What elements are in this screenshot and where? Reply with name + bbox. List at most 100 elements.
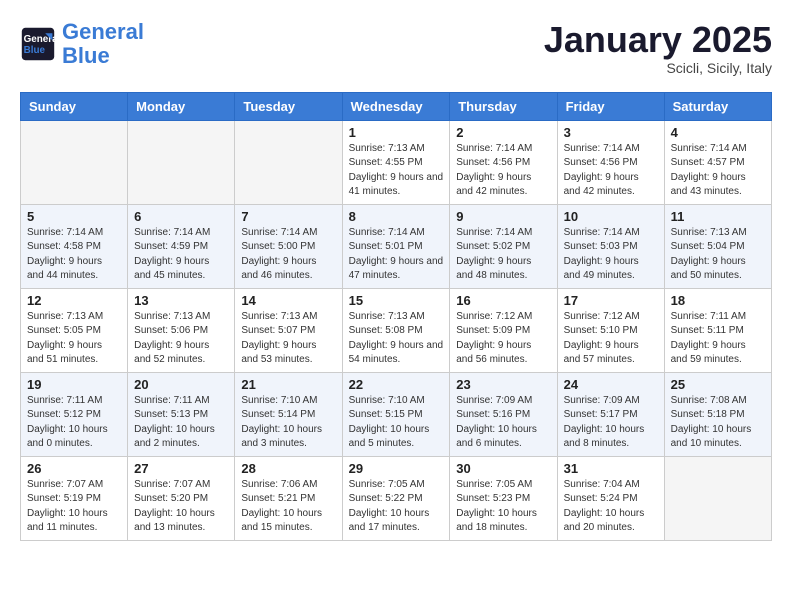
day-number: 9 bbox=[456, 209, 550, 224]
weekday-header-thursday: Thursday bbox=[450, 92, 557, 120]
day-info: Sunrise: 7:08 AM Sunset: 5:18 PM Dayligh… bbox=[671, 394, 765, 452]
day-number: 29 bbox=[349, 461, 444, 476]
day-number: 3 bbox=[564, 125, 658, 140]
day-info: Sunrise: 7:07 AM Sunset: 5:20 PM Dayligh… bbox=[134, 478, 228, 536]
logo-text: General Blue bbox=[62, 20, 144, 68]
day-info: Sunrise: 7:14 AM Sunset: 5:03 PM Dayligh… bbox=[564, 226, 658, 284]
weekday-header-monday: Monday bbox=[128, 92, 235, 120]
day-number: 10 bbox=[564, 209, 658, 224]
calendar-cell: 24Sunrise: 7:09 AM Sunset: 5:17 PM Dayli… bbox=[557, 372, 664, 456]
day-number: 28 bbox=[241, 461, 335, 476]
calendar-cell: 18Sunrise: 7:11 AM Sunset: 5:11 PM Dayli… bbox=[664, 288, 771, 372]
calendar-cell: 25 Sunrise: 7:08 AM Sunset: 5:18 PM Dayli… bbox=[664, 372, 771, 456]
calendar-cell: 21 Sunrise: 7:10 AM Sunset: 5:14 PM Dayli… bbox=[235, 372, 342, 456]
day-info: Sunrise: 7:14 AM Sunset: 4:57 PM Dayligh… bbox=[671, 142, 765, 200]
calendar-cell: 12 Sunrise: 7:13 AM Sunset: 5:05 PM Dayli… bbox=[21, 288, 128, 372]
day-info: Sunrise: 7:14 AM Sunset: 5:01 PM Dayligh… bbox=[349, 226, 444, 284]
day-info: Sunrise: 7:07 AM Sunset: 5:19 PM Dayligh… bbox=[27, 478, 121, 536]
day-info: Sunrise: 7:04 AM Sunset: 5:24 PM Dayligh… bbox=[564, 478, 658, 536]
day-number: 12 bbox=[27, 293, 121, 308]
weekday-header-row: SundayMondayTuesdayWednesdayThursdayFrid… bbox=[21, 92, 772, 120]
day-number: 15 bbox=[349, 293, 444, 308]
day-info: Sunrise: 7:10 AM Sunset: 5:14 PM Dayligh… bbox=[241, 394, 335, 452]
month-title: January 2025 bbox=[544, 20, 772, 60]
calendar-cell: 19 Sunrise: 7:11 AM Sunset: 5:12 PM Dayli… bbox=[21, 372, 128, 456]
day-info: Sunrise: 7:14 AM Sunset: 5:00 PM Dayligh… bbox=[241, 226, 335, 284]
week-row-4: 19 Sunrise: 7:11 AM Sunset: 5:12 PM Dayli… bbox=[21, 372, 772, 456]
calendar-cell: 30Sunrise: 7:05 AM Sunset: 5:23 PM Dayli… bbox=[450, 456, 557, 540]
day-number: 30 bbox=[456, 461, 550, 476]
calendar-cell: 23 Sunrise: 7:09 AM Sunset: 5:16 PM Dayli… bbox=[450, 372, 557, 456]
day-number: 23 bbox=[456, 377, 550, 392]
day-number: 5 bbox=[27, 209, 121, 224]
day-number: 14 bbox=[241, 293, 335, 308]
day-number: 22 bbox=[349, 377, 444, 392]
weekday-header-friday: Friday bbox=[557, 92, 664, 120]
day-info: Sunrise: 7:14 AM Sunset: 4:56 PM Dayligh… bbox=[564, 142, 658, 200]
day-info: Sunrise: 7:13 AM Sunset: 5:06 PM Dayligh… bbox=[134, 310, 228, 368]
day-info: Sunrise: 7:06 AM Sunset: 5:21 PM Dayligh… bbox=[241, 478, 335, 536]
day-info: Sunrise: 7:14 AM Sunset: 5:02 PM Dayligh… bbox=[456, 226, 550, 284]
calendar-cell: 3 Sunrise: 7:14 AM Sunset: 4:56 PM Daylig… bbox=[557, 120, 664, 204]
day-info: Sunrise: 7:13 AM Sunset: 5:07 PM Dayligh… bbox=[241, 310, 335, 368]
day-info: Sunrise: 7:12 AM Sunset: 5:09 PM Dayligh… bbox=[456, 310, 550, 368]
page-header: General Blue General Blue January 2025 S… bbox=[20, 20, 772, 76]
day-info: Sunrise: 7:11 AM Sunset: 5:12 PM Dayligh… bbox=[27, 394, 121, 452]
calendar-cell: 27 Sunrise: 7:07 AM Sunset: 5:20 PM Dayli… bbox=[128, 456, 235, 540]
day-info: Sunrise: 7:09 AM Sunset: 5:16 PM Dayligh… bbox=[456, 394, 550, 452]
calendar-cell: 10 Sunrise: 7:14 AM Sunset: 5:03 PM Dayli… bbox=[557, 204, 664, 288]
day-number: 4 bbox=[671, 125, 765, 140]
title-block: January 2025 Scicli, Sicily, Italy bbox=[544, 20, 772, 76]
day-number: 11 bbox=[671, 209, 765, 224]
calendar-cell bbox=[21, 120, 128, 204]
day-info: Sunrise: 7:13 AM Sunset: 5:08 PM Dayligh… bbox=[349, 310, 444, 368]
day-number: 19 bbox=[27, 377, 121, 392]
calendar-cell: 31Sunrise: 7:04 AM Sunset: 5:24 PM Dayli… bbox=[557, 456, 664, 540]
day-number: 16 bbox=[456, 293, 550, 308]
day-number: 8 bbox=[349, 209, 444, 224]
day-number: 6 bbox=[134, 209, 228, 224]
svg-text:Blue: Blue bbox=[24, 45, 46, 56]
calendar-cell bbox=[664, 456, 771, 540]
calendar-cell: 2Sunrise: 7:14 AM Sunset: 4:56 PM Daylig… bbox=[450, 120, 557, 204]
day-info: Sunrise: 7:09 AM Sunset: 5:17 PM Dayligh… bbox=[564, 394, 658, 452]
calendar-cell: 8 Sunrise: 7:14 AM Sunset: 5:01 PM Daylig… bbox=[342, 204, 450, 288]
day-info: Sunrise: 7:14 AM Sunset: 4:58 PM Dayligh… bbox=[27, 226, 121, 284]
day-info: Sunrise: 7:13 AM Sunset: 5:05 PM Dayligh… bbox=[27, 310, 121, 368]
day-number: 13 bbox=[134, 293, 228, 308]
weekday-header-tuesday: Tuesday bbox=[235, 92, 342, 120]
day-info: Sunrise: 7:12 AM Sunset: 5:10 PM Dayligh… bbox=[564, 310, 658, 368]
week-row-5: 26 Sunrise: 7:07 AM Sunset: 5:19 PM Dayli… bbox=[21, 456, 772, 540]
day-number: 7 bbox=[241, 209, 335, 224]
day-number: 25 bbox=[671, 377, 765, 392]
weekday-header-sunday: Sunday bbox=[21, 92, 128, 120]
calendar-cell: 1Sunrise: 7:13 AM Sunset: 4:55 PM Daylig… bbox=[342, 120, 450, 204]
calendar-cell: 14 Sunrise: 7:13 AM Sunset: 5:07 PM Dayli… bbox=[235, 288, 342, 372]
day-number: 26 bbox=[27, 461, 121, 476]
calendar-cell: 7 Sunrise: 7:14 AM Sunset: 5:00 PM Daylig… bbox=[235, 204, 342, 288]
calendar-cell: 22Sunrise: 7:10 AM Sunset: 5:15 PM Dayli… bbox=[342, 372, 450, 456]
calendar-cell: 6 Sunrise: 7:14 AM Sunset: 4:59 PM Daylig… bbox=[128, 204, 235, 288]
calendar-cell: 26 Sunrise: 7:07 AM Sunset: 5:19 PM Dayli… bbox=[21, 456, 128, 540]
logo: General Blue General Blue bbox=[20, 20, 144, 68]
calendar-cell: 29Sunrise: 7:05 AM Sunset: 5:22 PM Dayli… bbox=[342, 456, 450, 540]
calendar-cell bbox=[128, 120, 235, 204]
day-number: 27 bbox=[134, 461, 228, 476]
calendar-table: SundayMondayTuesdayWednesdayThursdayFrid… bbox=[20, 92, 772, 541]
day-info: Sunrise: 7:11 AM Sunset: 5:11 PM Dayligh… bbox=[671, 310, 765, 368]
weekday-header-wednesday: Wednesday bbox=[342, 92, 450, 120]
calendar-cell: 20Sunrise: 7:11 AM Sunset: 5:13 PM Dayli… bbox=[128, 372, 235, 456]
calendar-cell: 13 Sunrise: 7:13 AM Sunset: 5:06 PM Dayli… bbox=[128, 288, 235, 372]
day-number: 17 bbox=[564, 293, 658, 308]
location: Scicli, Sicily, Italy bbox=[544, 60, 772, 76]
calendar-cell: 11 Sunrise: 7:13 AM Sunset: 5:04 PM Dayli… bbox=[664, 204, 771, 288]
day-number: 21 bbox=[241, 377, 335, 392]
week-row-1: 1Sunrise: 7:13 AM Sunset: 4:55 PM Daylig… bbox=[21, 120, 772, 204]
day-number: 20 bbox=[134, 377, 228, 392]
day-info: Sunrise: 7:13 AM Sunset: 4:55 PM Dayligh… bbox=[349, 142, 444, 200]
day-info: Sunrise: 7:14 AM Sunset: 4:59 PM Dayligh… bbox=[134, 226, 228, 284]
calendar-cell: 15 Sunrise: 7:13 AM Sunset: 5:08 PM Dayli… bbox=[342, 288, 450, 372]
calendar-cell: 28 Sunrise: 7:06 AM Sunset: 5:21 PM Dayli… bbox=[235, 456, 342, 540]
day-info: Sunrise: 7:13 AM Sunset: 5:04 PM Dayligh… bbox=[671, 226, 765, 284]
calendar-cell: 9 Sunrise: 7:14 AM Sunset: 5:02 PM Daylig… bbox=[450, 204, 557, 288]
